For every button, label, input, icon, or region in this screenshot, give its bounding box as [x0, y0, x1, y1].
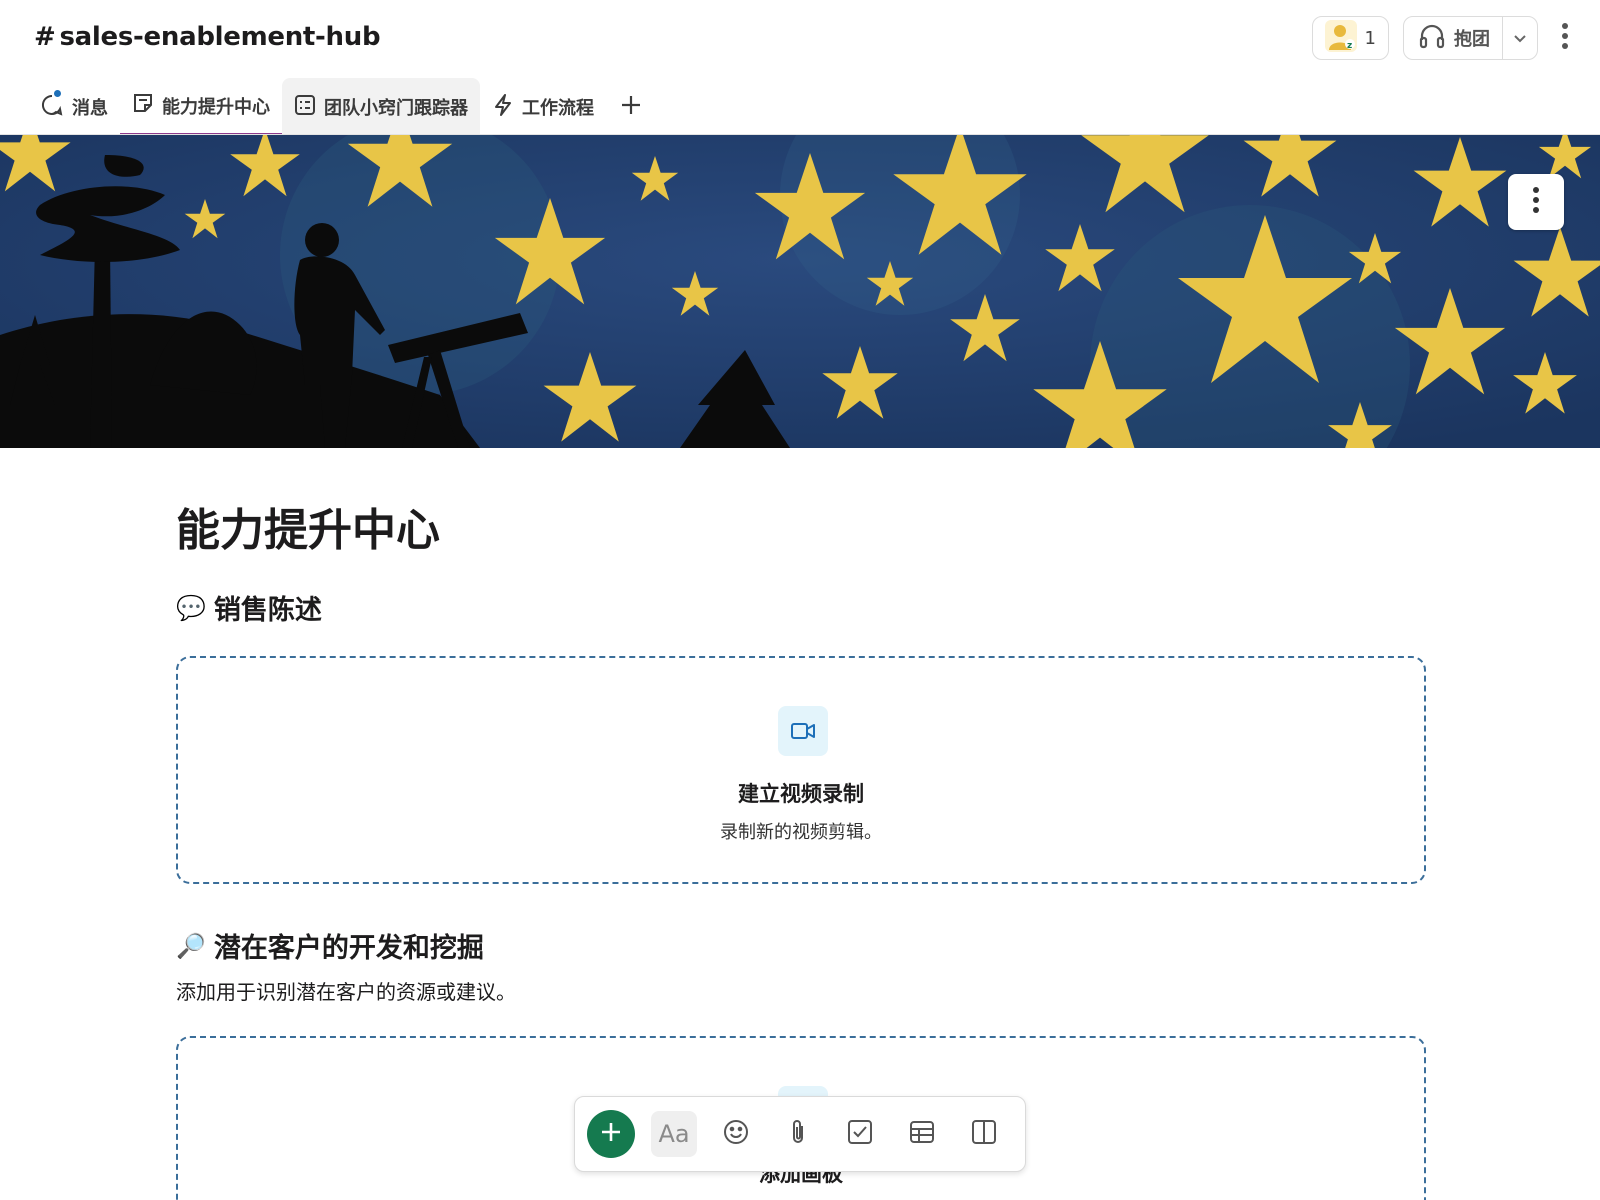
section-heading-prospecting[interactable]: 🔎 潜在客户的开发和挖掘: [176, 926, 484, 965]
tab-label: 消息: [72, 98, 108, 119]
page-title[interactable]: 能力提升中心: [176, 494, 440, 558]
placeholder-title: 建立视频录制: [738, 782, 864, 806]
text-format-icon: Aa: [658, 1120, 690, 1148]
channel-more-button[interactable]: [1552, 16, 1578, 60]
members-button[interactable]: z 1: [1311, 16, 1389, 60]
video-camera-icon: [778, 706, 828, 756]
table-button[interactable]: [899, 1111, 945, 1157]
list-icon: [294, 94, 316, 121]
channel-name: sales-enablement-hub: [59, 22, 381, 52]
speech-bubble-icon: 💬: [176, 593, 206, 622]
headphones-icon: [1418, 22, 1446, 55]
channel-hash: #: [34, 22, 56, 52]
plus-icon: [599, 1120, 623, 1148]
canvas-icon: [132, 92, 154, 119]
table-icon: [909, 1120, 935, 1148]
video-record-placeholder[interactable]: 建立视频录制 录制新的视频剪辑。: [176, 656, 1426, 884]
section-heading-text: 销售陈述: [213, 595, 322, 626]
huddle-button[interactable]: 抱团: [1404, 17, 1503, 59]
plus-icon: [620, 94, 642, 120]
tab-messages[interactable]: 消息: [28, 78, 120, 136]
channel-title[interactable]: # sales-enablement-hub: [34, 22, 381, 52]
attachment-button[interactable]: [775, 1111, 821, 1157]
section-heading-sales-pitch[interactable]: 💬 销售陈述: [176, 588, 322, 627]
magnifier-icon: 🔎: [176, 931, 206, 960]
huddle-control: 抱团: [1403, 16, 1538, 60]
unread-dot: [52, 88, 63, 99]
channel-header: # sales-enablement-hub z 1 抱团 消息 能力提升中心 …: [0, 0, 1600, 136]
text-format-button[interactable]: Aa: [651, 1111, 697, 1157]
checklist-button[interactable]: [837, 1111, 883, 1157]
attachment-icon: [788, 1118, 808, 1150]
canvas-insert-toolbar: Aa: [574, 1096, 1026, 1172]
banner-more-button[interactable]: [1508, 174, 1564, 230]
tab-workflows[interactable]: 工作流程: [480, 78, 606, 136]
tab-list[interactable]: 团队小窍门跟踪器: [282, 78, 480, 136]
channel-tabs: 消息 能力提升中心 团队小窍门跟踪器 工作流程: [28, 78, 656, 136]
canvas-banner-image: [0, 135, 1600, 448]
tab-label: 团队小窍门跟踪器: [324, 98, 468, 119]
workflow-icon: [492, 93, 514, 122]
add-tab-button[interactable]: [606, 78, 656, 136]
member-avatar-icon: z: [1324, 19, 1357, 57]
emoji-icon: [722, 1118, 750, 1150]
more-vertical-icon: [1532, 186, 1540, 218]
columns-button[interactable]: [961, 1111, 1007, 1157]
tab-label: 工作流程: [522, 98, 594, 119]
columns-icon: [971, 1119, 997, 1149]
chevron-down-icon: [1513, 29, 1527, 48]
tab-canvas[interactable]: 能力提升中心: [120, 78, 282, 136]
insert-button[interactable]: [587, 1110, 635, 1158]
placeholder-description: 录制新的视频剪辑。: [720, 822, 882, 843]
huddle-options-button[interactable]: [1503, 17, 1537, 59]
more-vertical-icon: [1561, 22, 1569, 54]
huddle-label: 抱团: [1454, 29, 1490, 50]
checkbox-icon: [847, 1119, 873, 1149]
section-description[interactable]: 添加用于识别潜在客户的资源或建议。: [176, 976, 516, 1005]
section-heading-text: 潜在客户的开发和挖掘: [213, 933, 484, 964]
tab-label: 能力提升中心: [162, 96, 270, 118]
header-actions: z 1 抱团: [1311, 16, 1578, 60]
svg-text:z: z: [1347, 41, 1352, 51]
emoji-button[interactable]: [713, 1111, 759, 1157]
member-count: 1: [1364, 27, 1376, 49]
